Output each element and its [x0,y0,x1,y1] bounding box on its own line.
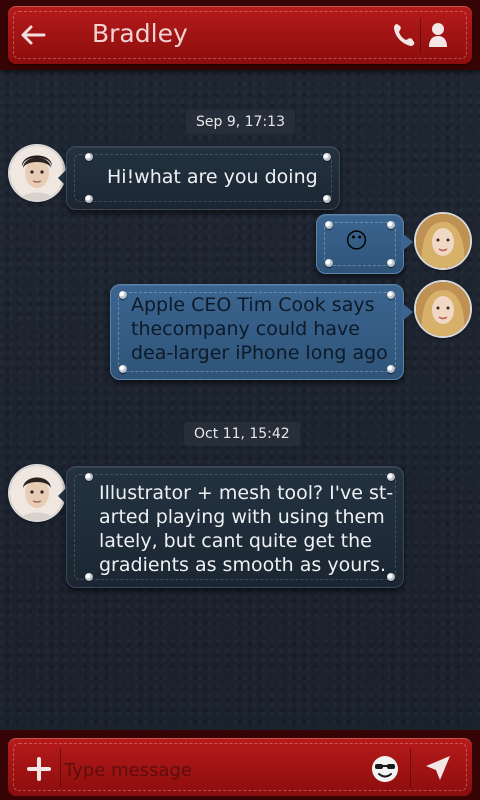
attach-button[interactable] [26,756,52,782]
user-avatar[interactable] [416,282,470,336]
user-avatar-image [416,214,470,268]
plus-icon [27,757,51,781]
message-text: Apple CEO Tim Cook says thecompany could… [131,293,397,365]
message-line: Apple CEO Tim Cook says [131,294,375,316]
header-divider [420,18,421,52]
message-line: dea-larger iPhone long ago [131,342,388,364]
send-icon [426,756,450,780]
message-text: Illustrator + mesh tool? I've st- arted … [99,481,397,577]
date-divider: Oct 11, 15:42 [184,422,300,446]
send-button[interactable] [424,754,452,782]
message-line: thecompany could have [131,318,360,340]
message-input[interactable] [62,752,412,788]
smiley-sunglasses-icon [372,756,398,782]
back-button[interactable] [18,20,48,50]
message-text: Hi!what are you doing [107,166,318,188]
message-line: Illustrator + mesh tool? I've st- [99,482,394,504]
message-bubble-incoming[interactable]: Hi!what are you doing [66,146,340,210]
message-line: arted playing with using them [99,506,385,528]
phone-icon [394,24,415,46]
composer-divider [410,748,411,788]
message-bubble-outgoing[interactable]: 😶 [316,214,404,274]
contact-name: Bradley [92,19,188,48]
emoji-neutral: 😶 [345,229,368,254]
composer-divider [60,748,61,788]
message-line: gradients as smooth as yours. [99,554,386,576]
bubble-tail [401,302,413,322]
contact-avatar[interactable] [10,146,64,200]
date-divider: Sep 9, 17:13 [186,110,295,134]
bubble-tail [401,232,413,252]
arrow-left-icon [21,25,46,45]
person-icon [429,23,447,47]
call-button[interactable] [392,22,418,50]
contact-profile-button[interactable] [428,22,450,50]
user-avatar[interactable] [416,214,470,268]
emoji-button[interactable] [370,754,400,784]
contact-avatar-image [10,466,64,520]
message-bubble-outgoing[interactable]: Apple CEO Tim Cook says thecompany could… [110,284,404,380]
message-bubble-incoming[interactable]: Illustrator + mesh tool? I've st- arted … [66,466,404,588]
contact-avatar-image [10,146,64,200]
contact-avatar[interactable] [10,466,64,520]
user-avatar-image [416,282,470,336]
message-line: lately, but cant quite get the [99,530,372,552]
